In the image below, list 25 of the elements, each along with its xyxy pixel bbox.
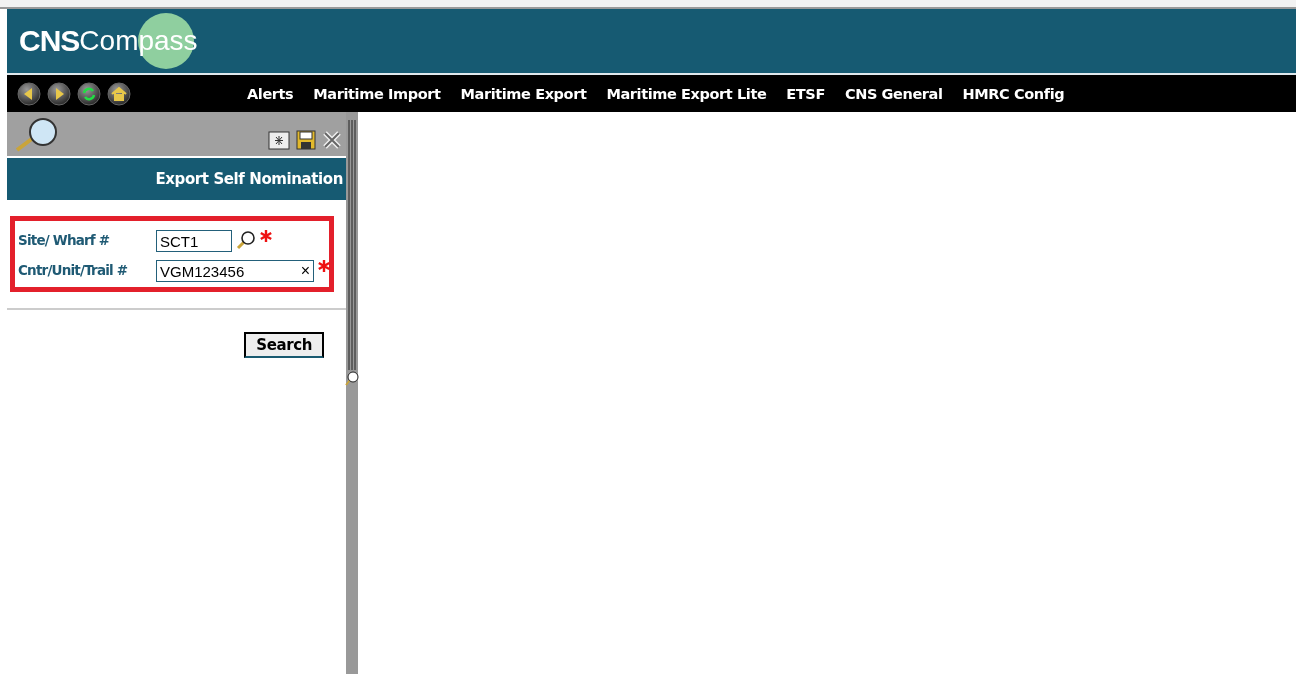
menu-item[interactable]: Maritime Export: [450, 85, 597, 102]
refresh-icon[interactable]: [77, 81, 101, 106]
menu-item[interactable]: Alerts: [237, 85, 304, 102]
save-icon[interactable]: [296, 130, 316, 150]
new-folder-icon[interactable]: [268, 130, 290, 150]
field-label: Site/ Wharf #: [18, 232, 111, 250]
back-icon[interactable]: [17, 81, 41, 106]
home-icon[interactable]: [107, 81, 131, 106]
logo: CNSCompass: [19, 12, 198, 70]
input-field[interactable]: VGM123456 ×: [156, 260, 314, 282]
menu-item[interactable]: ETSF: [776, 85, 835, 102]
field-label: Cntr/Unit/Trail #: [18, 262, 129, 280]
search-icon[interactable]: [345, 370, 359, 386]
search-button[interactable]: Search: [244, 332, 324, 358]
panel-title: Export Self Nomination: [7, 158, 346, 200]
splitter-grip-icon[interactable]: [347, 120, 357, 370]
menu-item[interactable]: CNS General: [834, 85, 953, 102]
clear-icon[interactable]: ×: [300, 262, 310, 280]
menu-item[interactable]: Maritime Import: [303, 85, 451, 102]
menu-item[interactable]: HMRC Config: [952, 85, 1075, 102]
search-icon[interactable]: [236, 230, 256, 250]
menu-item[interactable]: Maritime Export Lite: [596, 85, 777, 102]
forward-icon[interactable]: [47, 81, 71, 106]
input-field[interactable]: SCT1: [156, 230, 232, 252]
close-icon[interactable]: [322, 130, 342, 150]
